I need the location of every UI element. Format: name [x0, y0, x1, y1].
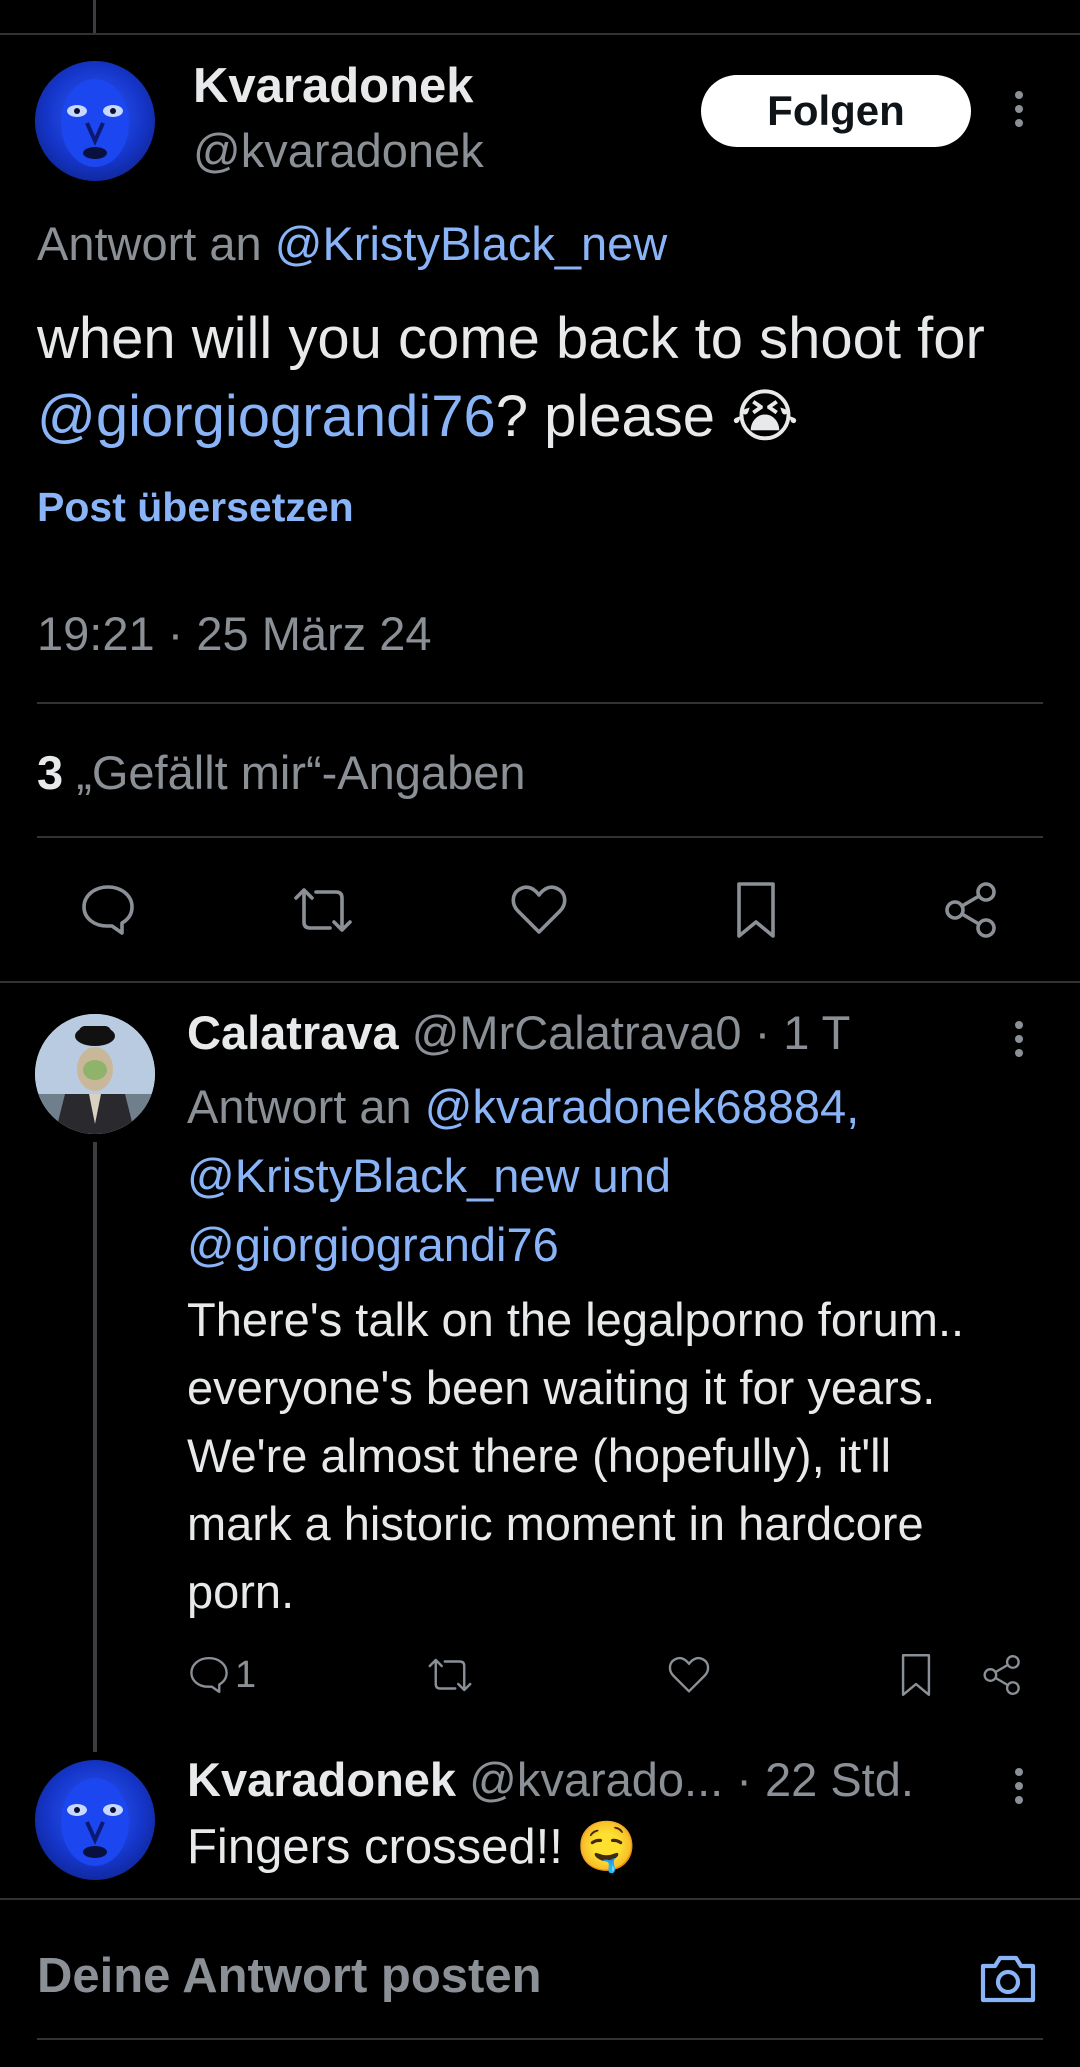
reply-icon	[190, 1656, 228, 1694]
avatar-mask-icon	[61, 1778, 129, 1866]
top-divider	[0, 33, 1080, 35]
reply-count: 1	[235, 1653, 257, 1696]
reply-button[interactable]	[68, 875, 148, 945]
repost-button[interactable]	[422, 1652, 478, 1698]
likes-summary[interactable]: 3 „Gefällt mir“-Angaben	[37, 745, 525, 800]
divider	[37, 702, 1043, 704]
reply-header: Kvaradonek @kvarado... · 22 Std.	[187, 1752, 914, 1807]
reply-mention[interactable]: @giorgiograndi76	[187, 1218, 559, 1271]
reply-button[interactable]: 1	[187, 1652, 256, 1698]
share-button[interactable]	[931, 875, 1011, 945]
reply-author-handle[interactable]: @kvarado...	[469, 1753, 723, 1806]
repost-button[interactable]	[283, 875, 363, 945]
avatar[interactable]	[35, 61, 155, 181]
like-button[interactable]	[499, 875, 579, 945]
likes-label: „Gefällt mir“-Angaben	[76, 746, 526, 799]
section-divider	[0, 1898, 1080, 1900]
reply-header: Calatrava @MrCalatrava0 · 1 T	[187, 1005, 850, 1060]
post-text-part2: ? please 😭	[495, 384, 799, 449]
divider	[37, 836, 1043, 838]
more-icon[interactable]	[1015, 1768, 1025, 1810]
reply-composer-input[interactable]: Deine Antwort posten	[37, 1948, 542, 2004]
camera-icon	[980, 1955, 1036, 2003]
thread-line	[93, 1142, 97, 1752]
thread-connector-top	[93, 0, 96, 33]
reply-time[interactable]: · 22 Std.	[736, 1753, 914, 1806]
reply-prefix: Antwort an	[37, 217, 262, 270]
reply-text: There's talk on the legalporno forum.. e…	[187, 1293, 965, 1618]
post-timestamp[interactable]: 19:21 · 25 März 24	[37, 606, 432, 661]
bookmark-icon	[901, 1654, 931, 1696]
reply-author-name[interactable]: Kvaradonek	[187, 1753, 456, 1806]
post-text-part1: when will you come back to shoot for	[37, 306, 985, 371]
like-button[interactable]	[661, 1652, 717, 1698]
bookmark-icon	[737, 882, 775, 938]
reply-time[interactable]: · 1 T	[755, 1006, 851, 1059]
share-icon	[983, 1655, 1020, 1695]
bookmark-button[interactable]	[716, 875, 796, 945]
reply-to-block: Antwort an @kvaradonek68884, @KristyBlac…	[187, 1072, 1047, 1279]
translate-link[interactable]: Post übersetzen	[37, 484, 354, 531]
avatar-painting-icon	[35, 1014, 155, 1134]
bookmark-button[interactable]	[891, 1652, 941, 1698]
share-icon	[945, 882, 996, 938]
reply-author-handle[interactable]: @MrCalatrava0	[412, 1006, 742, 1059]
repost-icon	[428, 1658, 472, 1692]
reply-mention[interactable]: @kvaradonek68884,	[425, 1080, 859, 1133]
follow-button-label: Folgen	[767, 87, 905, 134]
heart-icon	[511, 885, 567, 934]
reply-to-mention[interactable]: @KristyBlack_new	[275, 217, 668, 270]
section-divider	[0, 981, 1080, 983]
more-icon[interactable]	[1015, 91, 1025, 133]
author-handle[interactable]: @kvaradonek	[193, 123, 484, 178]
reply-mention[interactable]: @KristyBlack_new und	[187, 1149, 671, 1202]
author-name[interactable]: Kvaradonek	[193, 58, 474, 114]
reply-text: Fingers crossed!! 🤤	[187, 1820, 638, 1874]
avatar-mask-icon	[61, 79, 129, 167]
follow-button[interactable]: Folgen	[701, 75, 971, 147]
composer-underline	[37, 2038, 1043, 2040]
share-button[interactable]	[975, 1652, 1029, 1698]
post-text-mention[interactable]: @giorgiograndi76	[37, 384, 496, 449]
post-text: when will you come back to shoot for @gi…	[37, 300, 1057, 456]
avatar[interactable]	[35, 1014, 155, 1134]
reply-author-name[interactable]: Calatrava	[187, 1006, 399, 1059]
camera-button[interactable]	[975, 1947, 1041, 2009]
likes-count: 3	[37, 746, 64, 799]
repost-icon	[294, 888, 352, 932]
more-icon[interactable]	[1015, 1021, 1025, 1063]
reply-prefix: Antwort an	[187, 1080, 412, 1133]
avatar[interactable]	[35, 1760, 155, 1880]
reply-to-line: Antwort an @KristyBlack_new	[37, 216, 667, 271]
heart-icon	[668, 1656, 710, 1693]
reply-icon	[82, 885, 134, 935]
